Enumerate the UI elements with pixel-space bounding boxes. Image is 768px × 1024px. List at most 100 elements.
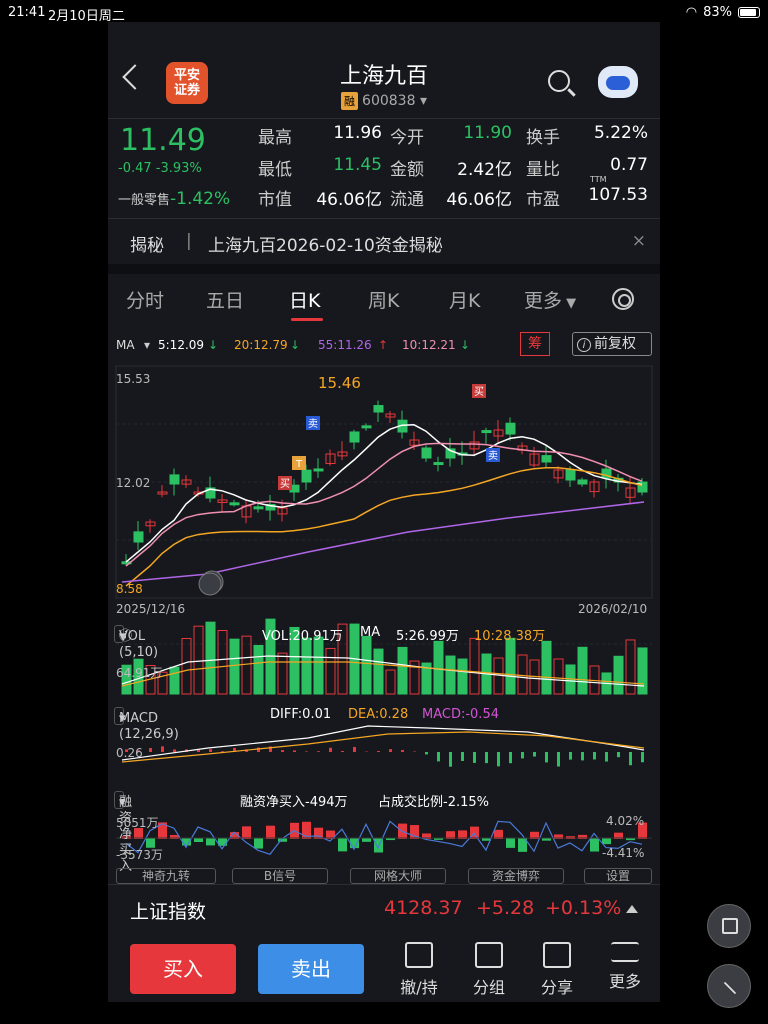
margin-rbot: -4.41% [602,846,645,860]
volume-ylabel: 64.91万 [116,666,163,680]
buy-button[interactable]: 买入 [130,944,236,994]
menu-icon [611,942,639,962]
macd-bar [197,749,200,752]
margin-header: 融资净买入 ▾ 融资净买入-494万 占成交比例-2.15% [108,788,660,874]
sell-button[interactable]: 卖出 [258,944,364,994]
volume-bar [241,635,252,695]
volume-bar [625,639,636,695]
grid-master-button[interactable]: 网格大师 [350,868,446,884]
macd-value: MACD:-0.54 [422,707,499,722]
volume-bar [385,669,396,695]
status-bar: 21:41 2月10日周二 ◠ 83% [0,0,768,24]
share-tool[interactable]: 分享 [532,942,582,998]
index-bar[interactable]: 上证指数 4128.37 +5.28 +0.13% [108,884,660,930]
fund-game-button[interactable]: 资金博弈 [468,868,564,884]
volume-bar [505,637,516,695]
volume-ma-label: MA [360,625,381,640]
kline-end-date: 2026/02/10 [578,602,648,616]
volume-ma10: 10:28.38万 [474,629,546,644]
b-signal-button[interactable]: B信号 [232,868,328,884]
volume-bar [253,644,264,695]
volume-bar [229,638,240,695]
rotate-icon [722,918,738,934]
fullscreen-icon [198,572,222,596]
volume-bar [613,655,624,695]
chevron-up-icon[interactable] [626,905,638,913]
charts-svg[interactable]: 卖T买买卖 [108,22,660,872]
volume-bar [301,637,312,695]
margin-bar [350,838,359,849]
macd-dea: DEA:0.28 [348,707,409,722]
margin-ytop: 5051万 [116,816,159,830]
macd-bar [209,749,212,752]
margin-net-buy: 融资净买入-494万 [240,795,348,810]
group-tool[interactable]: 分组 [464,942,514,998]
macd-bar [473,752,476,763]
macd-bar [509,752,512,764]
macd-bar [557,752,560,767]
sell-marker-text: 卖 [488,450,498,462]
candle-body [313,468,324,472]
candle-body [541,455,552,463]
battery-percent: 83% [703,5,732,20]
margin-bar [590,838,599,852]
buy-marker-text: 买 [474,386,484,398]
nine-turn-button[interactable]: 神奇九转 [116,868,216,884]
chevron-down-icon: ▾ [119,711,126,726]
macd-bar [449,752,452,767]
margin-selector[interactable]: 融资净买入 ▾ [114,791,132,874]
candle-body [373,405,384,413]
wifi-icon: ◠ [685,5,698,20]
battery-icon [738,7,760,18]
ma-line [125,442,643,567]
macd-bar [317,751,320,752]
candle-body [361,425,372,429]
volume-selector[interactable]: ⓘ VOL (5,10) ▾ [114,625,158,660]
volume-bar [469,637,480,695]
collapse-float-button[interactable] [707,964,751,1008]
margin-rtop: 4.02% [606,814,645,828]
macd-bar [605,752,608,762]
candle-body [253,506,264,510]
volume-bar [637,647,648,695]
margin-bar [362,838,371,842]
chevron-down-icon: ▾ [119,795,126,810]
collapse-icon [723,981,737,995]
macd-bar [581,752,584,761]
candle-body [169,474,180,485]
macd-bar [641,752,644,763]
cancel-hold-tool[interactable]: 撤/持 [394,942,444,998]
more-tool[interactable]: 更多 [600,942,650,992]
volume-bar [493,657,504,695]
macd-bar [401,749,404,752]
macd-bar [533,752,536,757]
cancel-hold-label: 撤/持 [400,978,438,997]
share-label: 分享 [540,978,573,997]
kline-ymin-label: 8.58 [116,582,143,596]
candle-body [433,462,444,466]
macd-bar [329,747,332,752]
rotate-float-button[interactable] [707,904,751,948]
macd-bar [497,752,500,767]
volume-bar [325,647,336,695]
macd-bar [629,752,632,766]
candle-body [349,431,360,443]
more-label: 更多 [608,972,641,991]
macd-bar [173,749,176,752]
volume-bar [277,652,288,695]
volume-bar [445,655,456,695]
candle-body [133,531,144,543]
macd-bar [257,747,260,752]
macd-bar [161,746,164,752]
macd-bar [389,749,392,752]
volume-bar [553,658,564,695]
volume-bar [397,646,408,695]
macd-bar [281,750,284,752]
candle-body [421,447,432,459]
index-change: +5.28 [476,897,535,919]
settings-button[interactable]: 设置 [584,868,652,884]
margin-bar [242,826,251,839]
group-label: 分组 [472,978,505,997]
macd-selector[interactable]: MACD (12,26,9) ▾ [114,707,179,742]
margin-bar [194,838,203,842]
